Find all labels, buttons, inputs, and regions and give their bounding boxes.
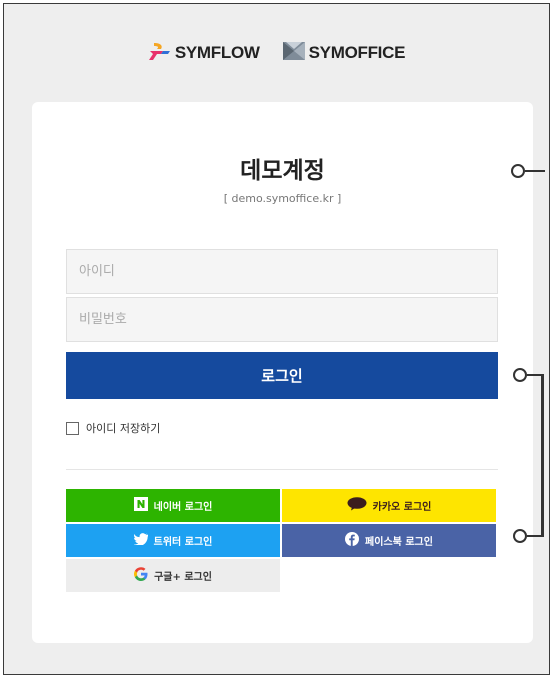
naver-login-label: 네이버 로그인 xyxy=(153,502,213,513)
facebook-login-button[interactable]: 페이스북 로그인 xyxy=(282,524,496,557)
facebook-login-label: 페이스북 로그인 xyxy=(365,537,433,548)
password-input[interactable] xyxy=(66,297,498,342)
kakao-talk-icon xyxy=(347,497,367,514)
page-title: 데모계정 xyxy=(240,158,325,184)
login-frame: SYMFLOW SYMOFFICE 데모계정 [ demo.symoffice.… xyxy=(3,3,550,675)
twitter-login-label: 트위터 로그인 xyxy=(153,537,213,548)
facebook-f-icon xyxy=(345,532,360,549)
symflow-brand: SYMFLOW xyxy=(148,41,260,65)
login-button[interactable]: 로그인 xyxy=(66,352,498,399)
naver-n-icon xyxy=(133,497,148,514)
remember-id[interactable]: 아이디 저장하기 xyxy=(66,420,160,436)
naver-login-button[interactable]: 네이버 로그인 xyxy=(66,489,280,522)
google-login-button[interactable]: 구글+ 로그인 xyxy=(66,559,280,592)
twitter-bird-icon xyxy=(133,533,149,548)
symflow-wordmark: SYMFLOW xyxy=(174,43,260,62)
google-login-label: 구글+ 로그인 xyxy=(154,572,212,583)
remember-label: 아이디 저장하기 xyxy=(86,422,161,435)
site-domain: [ demo.symoffice.kr ] xyxy=(223,192,342,205)
symoffice-brand: SYMOFFICE xyxy=(282,40,405,66)
kakao-login-button[interactable]: 카카오 로그인 xyxy=(282,489,496,522)
callout-marker-social xyxy=(513,529,527,543)
brand-bar: SYMFLOW SYMOFFICE xyxy=(4,40,549,66)
kakao-login-label: 카카오 로그인 xyxy=(372,502,432,513)
callout-marker-login xyxy=(513,368,527,382)
twitter-login-button[interactable]: 트위터 로그인 xyxy=(66,524,280,557)
remember-checkbox[interactable] xyxy=(66,421,79,435)
callout-marker-title xyxy=(511,164,525,178)
google-g-icon xyxy=(134,567,148,584)
callout-bracket xyxy=(541,374,544,537)
symflow-logo-icon xyxy=(148,41,172,65)
id-input[interactable] xyxy=(66,249,498,294)
callout-line-title xyxy=(525,170,545,172)
symoffice-wordmark: SYMOFFICE xyxy=(308,43,406,62)
symoffice-logo-icon xyxy=(282,40,306,66)
divider xyxy=(66,469,498,470)
login-card: 데모계정 [ demo.symoffice.kr ] 로그인 아이디 저장하기 … xyxy=(32,102,533,643)
